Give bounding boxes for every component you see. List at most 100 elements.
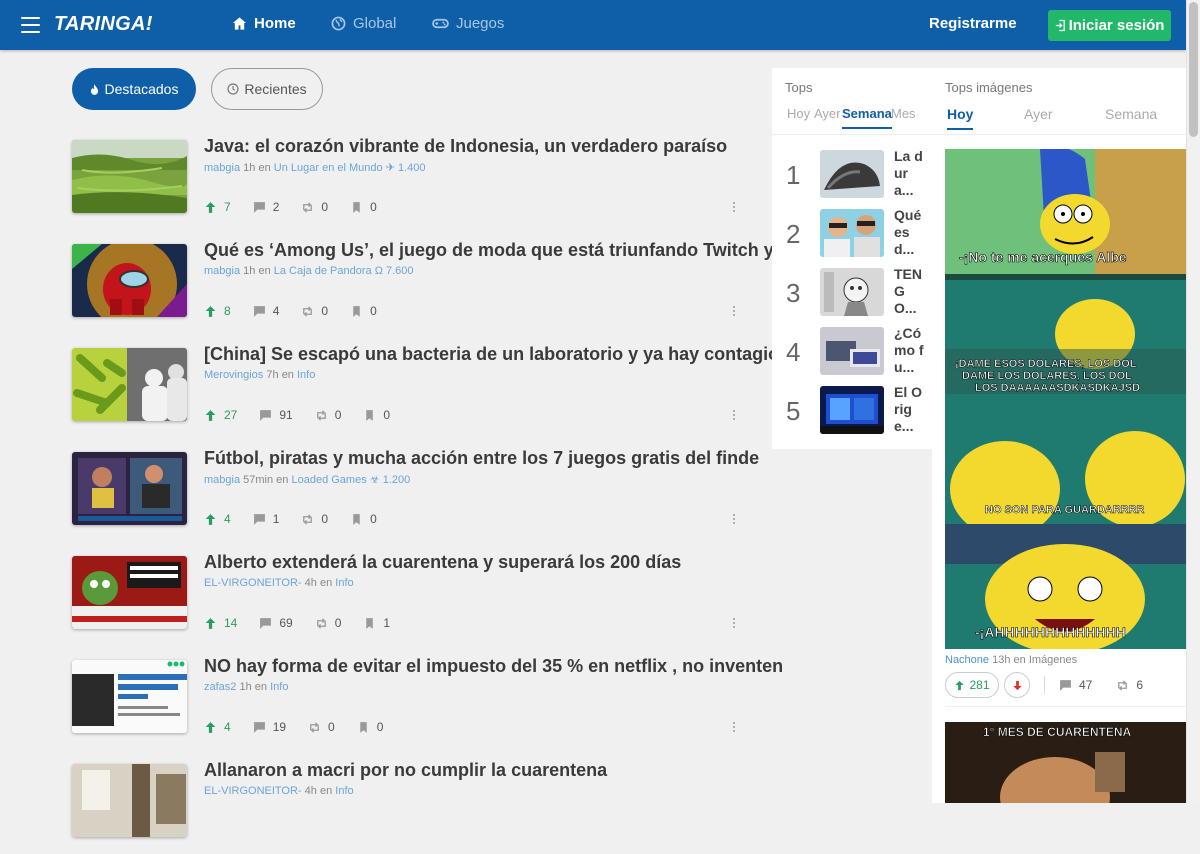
image-comments-button[interactable]: 47: [1059, 678, 1092, 692]
scrollbar[interactable]: [1186, 0, 1200, 803]
post-en: en: [319, 785, 333, 797]
post-community[interactable]: Info: [335, 577, 353, 589]
more-options-icon[interactable]: [733, 306, 737, 318]
share-button[interactable]: 0: [315, 408, 341, 422]
image-upvote-button[interactable]: 281: [945, 672, 999, 698]
tops-thumbnail[interactable]: [820, 386, 884, 434]
post-title[interactable]: Fútbol, piratas y mucha acción entre los…: [204, 448, 759, 469]
images-tab-ayer[interactable]: Ayer: [1024, 106, 1053, 122]
image-author[interactable]: Nachone: [945, 654, 989, 666]
nav-home[interactable]: Home: [232, 15, 296, 32]
tops-thumbnail[interactable]: [820, 327, 884, 375]
post-author[interactable]: mabgia: [204, 162, 240, 174]
post-author[interactable]: EL-VIRGONEITOR-: [204, 577, 302, 589]
login-button[interactable]: Iniciar sesión: [1048, 10, 1171, 41]
post-thumbnail[interactable]: [72, 660, 187, 733]
post-thumbnail[interactable]: [72, 556, 187, 629]
post-author[interactable]: mabgia: [204, 265, 240, 277]
save-button[interactable]: 0: [350, 304, 377, 318]
tops-tab-semana[interactable]: Semana: [842, 106, 892, 129]
tops-thumbnail[interactable]: [820, 150, 884, 198]
share-button[interactable]: 0: [308, 720, 335, 734]
upvote-button[interactable]: 27: [204, 408, 237, 422]
comments-button[interactable]: 4: [253, 304, 279, 318]
top-image[interactable]: -¡No te me acerques Albe ¡DAME ESOS DOLA…: [945, 149, 1186, 649]
scrollbar-thumb[interactable]: [1189, 2, 1198, 137]
post-title[interactable]: NO hay forma de evitar el impuesto del 3…: [204, 656, 783, 677]
save-button[interactable]: 0: [350, 512, 377, 526]
images-tab-hoy[interactable]: Hoy: [947, 106, 974, 130]
nav-juegos[interactable]: Juegos: [432, 15, 504, 32]
post-thumbnail[interactable]: [72, 140, 187, 213]
image-share-button[interactable]: 6: [1116, 678, 1143, 692]
post-thumbnail[interactable]: [72, 764, 187, 837]
post-thumbnail[interactable]: [72, 452, 187, 525]
second-image[interactable]: 1° MES DE CUARENTENA: [945, 722, 1186, 803]
recent-button[interactable]: Recientes: [211, 68, 323, 110]
tops-item[interactable]: 5 El Orige...: [772, 384, 932, 434]
post-community[interactable]: La Caja de Pandora: [274, 265, 372, 277]
image-category[interactable]: Imágenes: [1029, 654, 1077, 666]
register-link[interactable]: Registrarme: [929, 15, 1017, 32]
upvote-button[interactable]: 14: [204, 616, 237, 630]
post-community[interactable]: Info: [270, 681, 288, 693]
post-author[interactable]: Merovingios: [204, 369, 263, 381]
tops-thumbnail[interactable]: [820, 209, 884, 257]
comments-button[interactable]: 2: [253, 200, 279, 214]
upvote-button[interactable]: 4: [204, 512, 231, 526]
share-button[interactable]: 0: [301, 200, 328, 214]
post-community[interactable]: Un Lugar en el Mundo: [274, 162, 383, 174]
post-community[interactable]: Info: [297, 369, 315, 381]
share-button[interactable]: 0: [315, 616, 341, 630]
nav-global-label: Global: [353, 15, 397, 32]
save-count: 0: [376, 720, 384, 734]
more-options-icon[interactable]: [733, 410, 737, 422]
post-title[interactable]: Alberto extenderá la cuarentena y supera…: [204, 552, 681, 573]
taringa-logo[interactable]: TARINGA!: [54, 13, 153, 36]
post-title[interactable]: Qué es ‘Among Us’, el juego de moda que …: [204, 240, 801, 261]
post-author[interactable]: mabgia: [204, 474, 240, 486]
tops-tab-hoy[interactable]: Hoy: [787, 106, 810, 121]
comment-count: 1: [272, 512, 280, 526]
post-title[interactable]: Java: el corazón vibrante de Indonesia, …: [204, 136, 727, 157]
post-community[interactable]: Info: [335, 785, 353, 797]
post-community[interactable]: Loaded Games: [291, 474, 366, 486]
menu-icon[interactable]: [21, 17, 40, 33]
more-options-icon[interactable]: [733, 202, 737, 214]
image-downvote-button[interactable]: [1004, 672, 1030, 698]
tops-item[interactable]: 2 Qué es d...: [772, 207, 932, 257]
post-title[interactable]: Allanaron a macri por no cumplir la cuar…: [204, 760, 607, 781]
upvote-button[interactable]: 7: [204, 200, 231, 214]
featured-button[interactable]: Destacados: [72, 68, 196, 110]
tops-item[interactable]: 1 La dura...: [772, 148, 932, 198]
more-options-icon[interactable]: [733, 618, 737, 630]
more-options-icon[interactable]: [733, 722, 737, 734]
tops-tab-ayer[interactable]: Ayer: [814, 106, 841, 121]
tops-tab-mes[interactable]: Mes: [891, 106, 916, 121]
comments-button[interactable]: 1: [253, 512, 280, 526]
save-button[interactable]: 0: [357, 720, 384, 734]
comments-button[interactable]: 91: [259, 408, 293, 422]
arrow-up-icon: [955, 680, 965, 690]
tops-item[interactable]: 3 TENGO...: [772, 266, 932, 316]
more-options-icon[interactable]: [733, 514, 737, 526]
post-title[interactable]: [China] Se escapó una bacteria de un lab…: [204, 344, 795, 365]
save-button[interactable]: 0: [350, 200, 377, 214]
tops-item[interactable]: 4 ¿Cómo fu...: [772, 325, 932, 375]
comments-button[interactable]: 19: [253, 720, 286, 734]
share-button[interactable]: 0: [301, 512, 328, 526]
tops-thumbnail[interactable]: [820, 268, 884, 316]
save-button[interactable]: 0: [363, 408, 390, 422]
post-author[interactable]: EL-VIRGONEITOR-: [204, 785, 302, 797]
save-button[interactable]: 1: [363, 616, 390, 630]
comments-button[interactable]: 69: [259, 616, 293, 630]
upvote-button[interactable]: 8: [204, 304, 231, 318]
share-button[interactable]: 0: [301, 304, 328, 318]
upvote-button[interactable]: 4: [204, 720, 231, 734]
post-thumbnail[interactable]: [72, 244, 187, 317]
images-tab-semana[interactable]: Semana: [1105, 106, 1157, 122]
post-thumbnail[interactable]: [72, 348, 187, 421]
nav-global[interactable]: Global: [331, 15, 396, 32]
post-author[interactable]: zafas2: [204, 681, 236, 693]
post-meta: mabgia 1h en Un Lugar en el Mundo ✈ 1.40…: [204, 161, 426, 174]
